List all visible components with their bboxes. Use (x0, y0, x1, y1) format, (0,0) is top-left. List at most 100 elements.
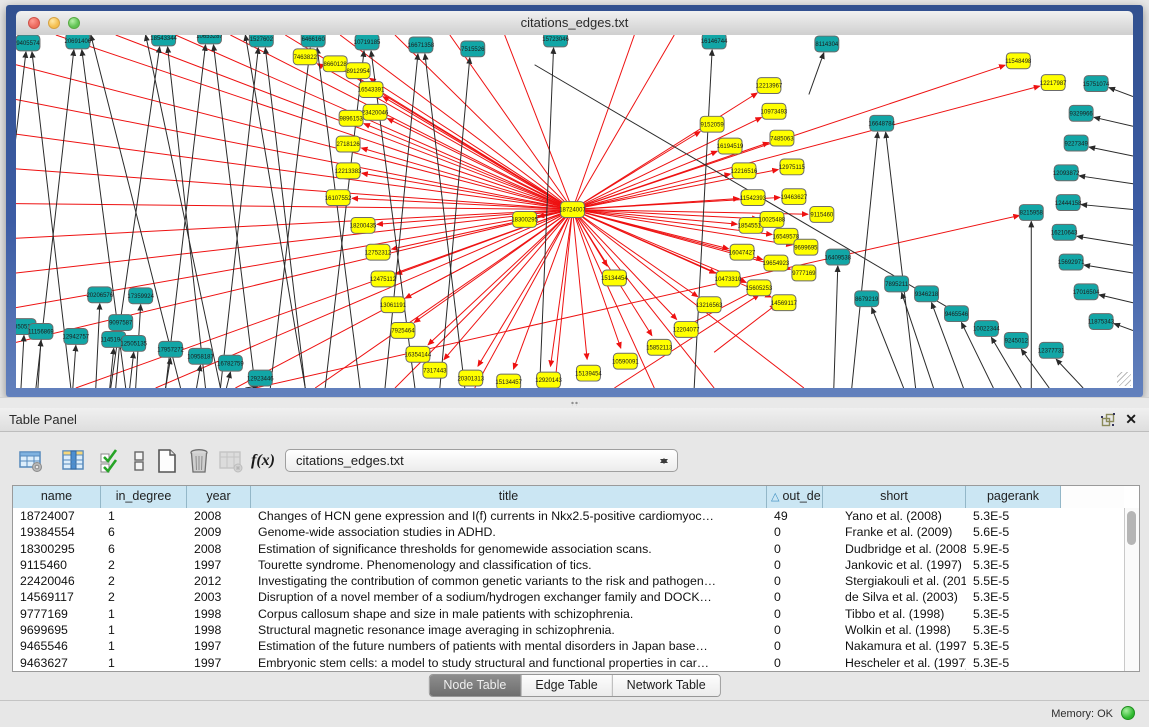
citation-edge-red[interactable] (16, 210, 573, 273)
citation-edge-black[interactable] (1094, 117, 1133, 126)
citation-edge-black[interactable] (540, 48, 554, 388)
scrollbar-thumb[interactable] (1127, 511, 1136, 545)
graph-node[interactable]: 14569117 (771, 295, 798, 311)
graph-node[interactable]: 10958187 (187, 348, 214, 364)
graph-node[interactable]: 2718126 (336, 136, 360, 152)
graph-node[interactable]: 12975115 (779, 159, 806, 175)
graph-node[interactable]: 20206576 (86, 287, 113, 303)
graph-node[interactable]: 16354144 (405, 346, 432, 362)
graph-node[interactable]: 16671358 (408, 37, 435, 53)
graph-node[interactable]: 9346218 (915, 286, 939, 302)
float-panel-icon[interactable] (1101, 413, 1115, 427)
table-row[interactable]: 1938455462009Genome-wide association stu… (13, 524, 1124, 540)
network-window-titlebar[interactable]: citations_edges.txt (16, 11, 1133, 36)
column-header-out_de[interactable]: △out_de… (767, 486, 823, 508)
citation-edge-black[interactable] (16, 52, 26, 388)
close-panel-icon[interactable]: ✕ (1125, 411, 1137, 428)
graph-node[interactable]: 12213383 (335, 163, 362, 179)
graph-node[interactable]: 18200435 (350, 217, 377, 233)
graph-node[interactable]: 12475112 (370, 271, 397, 287)
graph-node[interactable]: 10653287 (196, 35, 223, 44)
column-header-title[interactable]: title (251, 486, 767, 508)
graph-node[interactable]: 9699695 (794, 239, 818, 255)
graph-node[interactable]: 15723046 (542, 35, 569, 47)
graph-node[interactable]: 16146744 (701, 35, 728, 49)
graph-node[interactable]: 17359924 (127, 288, 154, 304)
citation-edge-black[interactable] (872, 308, 904, 388)
graph-node[interactable]: 11542393 (740, 190, 767, 206)
graph-node[interactable]: 10719185 (354, 35, 381, 50)
citation-edge-red[interactable] (16, 204, 573, 210)
citation-edge-red[interactable] (573, 151, 718, 209)
graph-node[interactable]: 17957272 (157, 341, 184, 357)
citation-edge-red[interactable] (555, 210, 573, 388)
graph-node[interactable]: 9227349 (1064, 135, 1088, 151)
graph-node[interactable]: 10473310 (715, 271, 742, 287)
citation-edge-black[interactable] (694, 50, 712, 388)
graph-node[interactable]: 1527602 (249, 35, 273, 47)
citation-edge-red[interactable] (573, 35, 675, 210)
citation-edge-red[interactable] (16, 134, 573, 209)
graph-node[interactable]: 12217987 (1040, 75, 1067, 91)
citation-edge-red[interactable] (505, 35, 573, 210)
graph-node[interactable]: 12216516 (731, 163, 758, 179)
graph-node[interactable]: 12923446 (247, 370, 274, 386)
graph-node[interactable]: 9777169 (792, 265, 816, 281)
citation-network-graph[interactable]: 9405574206914061854334410653287152760264… (16, 35, 1133, 388)
new-table-icon[interactable] (152, 446, 182, 476)
graph-node[interactable]: 15692971 (1058, 254, 1085, 270)
graph-node[interactable]: 7925464 (391, 323, 415, 339)
column-header-short[interactable]: short (823, 486, 966, 508)
table-row[interactable]: 946362711997Embryonic stem cells: a mode… (13, 655, 1124, 671)
graph-node[interactable]: 12204077 (673, 322, 700, 338)
vertical-scrollbar[interactable] (1124, 508, 1139, 671)
citation-edge-black[interactable] (1081, 205, 1133, 210)
graph-node[interactable]: 17016504 (1073, 284, 1100, 300)
graph-node[interactable]: 7895211 (885, 276, 909, 292)
graph-node[interactable]: 12505135 (120, 335, 147, 351)
graph-node[interactable]: 9097587 (109, 315, 133, 331)
graph-node[interactable]: 9115460 (810, 207, 834, 223)
citation-edge-black[interactable] (96, 304, 100, 388)
citation-edge-red[interactable] (383, 97, 572, 210)
tab-network-table[interactable]: Network Table (613, 675, 720, 696)
column-header-pagerank[interactable]: pagerank (966, 486, 1061, 508)
graph-node[interactable]: 9329966 (1069, 105, 1093, 121)
graph-node[interactable]: 15751074 (1083, 76, 1110, 92)
citation-edge-black[interactable] (21, 335, 24, 388)
graph-node[interactable]: 11156869 (28, 324, 54, 340)
graph-node[interactable]: 8912954 (346, 63, 370, 79)
graph-node[interactable]: 7515526 (461, 41, 485, 57)
panel-splitter[interactable] (0, 397, 1149, 408)
delete-table-icon[interactable] (184, 446, 214, 476)
graph-node[interactable]: 12093872 (1053, 165, 1080, 181)
graph-node[interactable]: 19463627 (781, 189, 808, 205)
graph-node[interactable]: 23420046 (362, 104, 389, 120)
citation-edge-black[interactable] (1109, 88, 1133, 97)
citation-edge-red[interactable] (230, 35, 572, 210)
graph-node[interactable]: 16543391 (358, 82, 385, 98)
graph-node[interactable]: 12942757 (63, 329, 90, 345)
function-builder-icon[interactable]: f(x) (248, 446, 278, 476)
citation-edge-red[interactable] (573, 210, 804, 388)
citation-edge-red[interactable] (478, 210, 573, 367)
resize-grip-icon[interactable] (1117, 372, 1131, 386)
graph-node[interactable]: 16107552 (325, 190, 352, 206)
citation-edge-red[interactable] (444, 210, 573, 360)
table-selector-dropdown[interactable]: citations_edges.txt (285, 449, 678, 472)
citation-edge-black[interactable] (809, 53, 824, 95)
graph-node[interactable]: 8114304 (815, 36, 839, 52)
citation-edge-black[interactable] (1077, 236, 1133, 245)
citation-edge-black[interactable] (886, 132, 916, 388)
graph-node[interactable]: 13216563 (696, 297, 723, 313)
table-row[interactable]: 911546021997Tourette syndrome. Phenomeno… (13, 557, 1124, 573)
citation-edge-black[interactable] (1099, 295, 1133, 303)
citation-edge-red[interactable] (614, 295, 759, 388)
citation-edge-black[interactable] (1056, 359, 1083, 388)
graph-node[interactable]: 9245012 (1004, 332, 1028, 348)
citation-edge-black[interactable] (440, 58, 470, 388)
graph-node[interactable]: 10025488 (759, 212, 786, 228)
graph-node[interactable]: 9152059 (700, 116, 724, 132)
graph-node[interactable]: 15134457 (495, 374, 522, 388)
graph-node[interactable]: 9896153 (339, 110, 363, 126)
